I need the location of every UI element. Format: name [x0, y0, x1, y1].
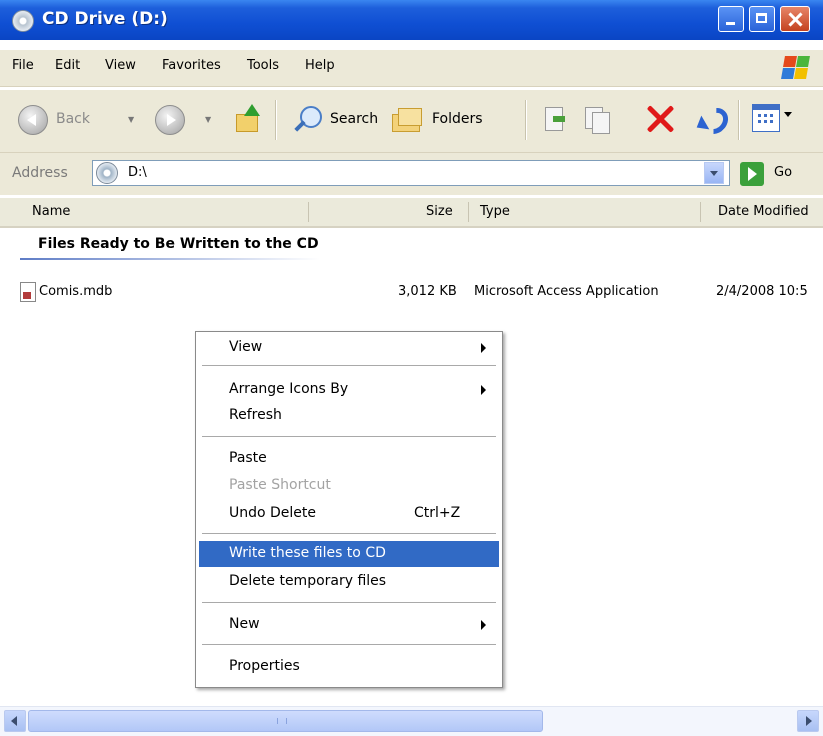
- menu-item-arrange-icons-by[interactable]: Arrange Icons By: [199, 377, 499, 403]
- scroll-right-icon[interactable]: [797, 710, 819, 732]
- menu-item-paste[interactable]: Paste: [199, 446, 499, 472]
- menu-separator: [202, 436, 496, 437]
- menu-item-view[interactable]: View: [199, 335, 499, 361]
- menu-view[interactable]: View: [105, 58, 136, 73]
- menu-separator: [202, 644, 496, 645]
- file-type: Microsoft Access Application: [474, 284, 659, 299]
- go-button-label[interactable]: Go: [774, 165, 792, 180]
- column-divider[interactable]: [308, 202, 309, 222]
- address-bar: Address D:\ Go: [0, 153, 823, 195]
- group-divider: [20, 258, 320, 260]
- column-header-bar: Name Size Type Date Modified: [0, 198, 823, 228]
- submenu-arrow-icon: [481, 620, 486, 630]
- menu-item-label: Delete temporary files: [229, 573, 387, 589]
- column-header-type[interactable]: Type: [480, 204, 510, 219]
- toolbar-separator: [275, 100, 277, 140]
- file-row[interactable]: Comis.mdb 3,012 KB Microsoft Access Appl…: [0, 280, 823, 306]
- context-menu: View Arrange Icons By Refresh Paste Past…: [195, 331, 503, 688]
- maximize-button[interactable]: [749, 6, 775, 32]
- file-date: 2/4/2008 10:5: [716, 284, 808, 299]
- group-heading: Files Ready to Be Written to the CD: [38, 236, 319, 252]
- menu-item-paste-shortcut[interactable]: Paste Shortcut: [199, 473, 499, 499]
- forward-dropdown-icon[interactable]: ▼: [205, 115, 211, 124]
- column-divider[interactable]: [468, 202, 469, 222]
- close-icon: [781, 7, 809, 31]
- menu-item-label: Paste: [229, 450, 267, 466]
- delete-icon[interactable]: [645, 104, 675, 134]
- column-header-date[interactable]: Date Modified: [718, 204, 809, 219]
- views-icon[interactable]: [752, 104, 780, 132]
- cd-drive-icon: [96, 162, 118, 184]
- menu-edit[interactable]: Edit: [55, 58, 80, 73]
- menu-item-label: Refresh: [229, 407, 282, 423]
- menu-item-write-files-to-cd[interactable]: Write these files to CD: [199, 541, 499, 567]
- menu-item-label: Arrange Icons By: [229, 381, 349, 397]
- menu-item-label: Paste Shortcut: [229, 477, 331, 493]
- column-header-name[interactable]: Name: [32, 204, 70, 219]
- menu-item-label: Write these files to CD: [229, 545, 386, 561]
- menu-item-label: Undo Delete: [229, 505, 317, 521]
- toolbar-separator: [738, 100, 740, 140]
- move-to-icon[interactable]: [541, 104, 569, 134]
- column-header-size[interactable]: Size: [426, 204, 453, 219]
- go-icon[interactable]: [740, 162, 764, 186]
- scrollbar-thumb[interactable]: [28, 710, 543, 732]
- horizontal-scrollbar[interactable]: [0, 706, 823, 736]
- menu-help[interactable]: Help: [305, 58, 335, 73]
- minimize-icon: [719, 7, 743, 31]
- column-divider[interactable]: [700, 202, 701, 222]
- cd-drive-icon: [12, 10, 34, 32]
- up-folder-icon[interactable]: [232, 104, 262, 134]
- toolbar: Back ▼ ▼ Search Folders: [0, 90, 823, 153]
- address-input[interactable]: D:\: [92, 160, 730, 186]
- forward-icon[interactable]: [155, 105, 185, 135]
- address-label: Address: [12, 165, 68, 181]
- back-dropdown-icon[interactable]: ▼: [128, 115, 134, 124]
- menu-separator: [202, 533, 496, 534]
- window-title: CD Drive (D:): [42, 9, 168, 29]
- copy-to-icon[interactable]: [583, 104, 613, 134]
- file-name[interactable]: Comis.mdb: [39, 284, 112, 299]
- menu-separator: [202, 602, 496, 603]
- search-button-label[interactable]: Search: [330, 111, 378, 127]
- file-icon: [20, 282, 36, 302]
- menu-item-label: New: [229, 616, 260, 632]
- menu-favorites[interactable]: Favorites: [162, 58, 221, 73]
- submenu-arrow-icon: [481, 343, 486, 353]
- maximize-icon: [750, 7, 774, 31]
- undo-icon[interactable]: [693, 103, 725, 135]
- scroll-left-icon[interactable]: [4, 710, 26, 732]
- explorer-window: CD Drive (D:) File Edit View Favorites T…: [0, 0, 823, 736]
- menu-item-delete-temporary-files[interactable]: Delete temporary files: [199, 569, 499, 595]
- file-size: 3,012 KB: [398, 284, 457, 299]
- menu-item-properties[interactable]: Properties: [199, 654, 499, 680]
- menu-item-shortcut: Ctrl+Z: [414, 505, 461, 521]
- menu-item-label: Properties: [229, 658, 300, 674]
- windows-logo-icon: [781, 55, 811, 81]
- toolbar-separator: [525, 100, 527, 140]
- folders-icon[interactable]: [390, 104, 424, 134]
- menu-bar: File Edit View Favorites Tools Help: [0, 50, 823, 87]
- minimize-button[interactable]: [718, 6, 744, 32]
- close-button[interactable]: [780, 6, 810, 32]
- address-dropdown-icon[interactable]: [704, 162, 724, 184]
- address-value[interactable]: D:\: [128, 165, 147, 180]
- back-button-label[interactable]: Back: [56, 111, 90, 127]
- menu-item-undo-delete[interactable]: Undo Delete Ctrl+Z: [199, 501, 499, 527]
- menu-separator: [202, 365, 496, 366]
- menu-item-new[interactable]: New: [199, 612, 499, 638]
- menu-tools[interactable]: Tools: [247, 58, 279, 73]
- submenu-arrow-icon: [481, 385, 486, 395]
- search-icon[interactable]: [292, 104, 322, 134]
- folders-button-label[interactable]: Folders: [432, 111, 483, 127]
- views-dropdown-icon[interactable]: [784, 112, 792, 117]
- back-icon[interactable]: [18, 105, 48, 135]
- menu-file[interactable]: File: [12, 58, 34, 73]
- menu-item-refresh[interactable]: Refresh: [199, 403, 499, 429]
- menu-item-label: View: [229, 339, 263, 355]
- title-bar[interactable]: CD Drive (D:): [0, 0, 823, 40]
